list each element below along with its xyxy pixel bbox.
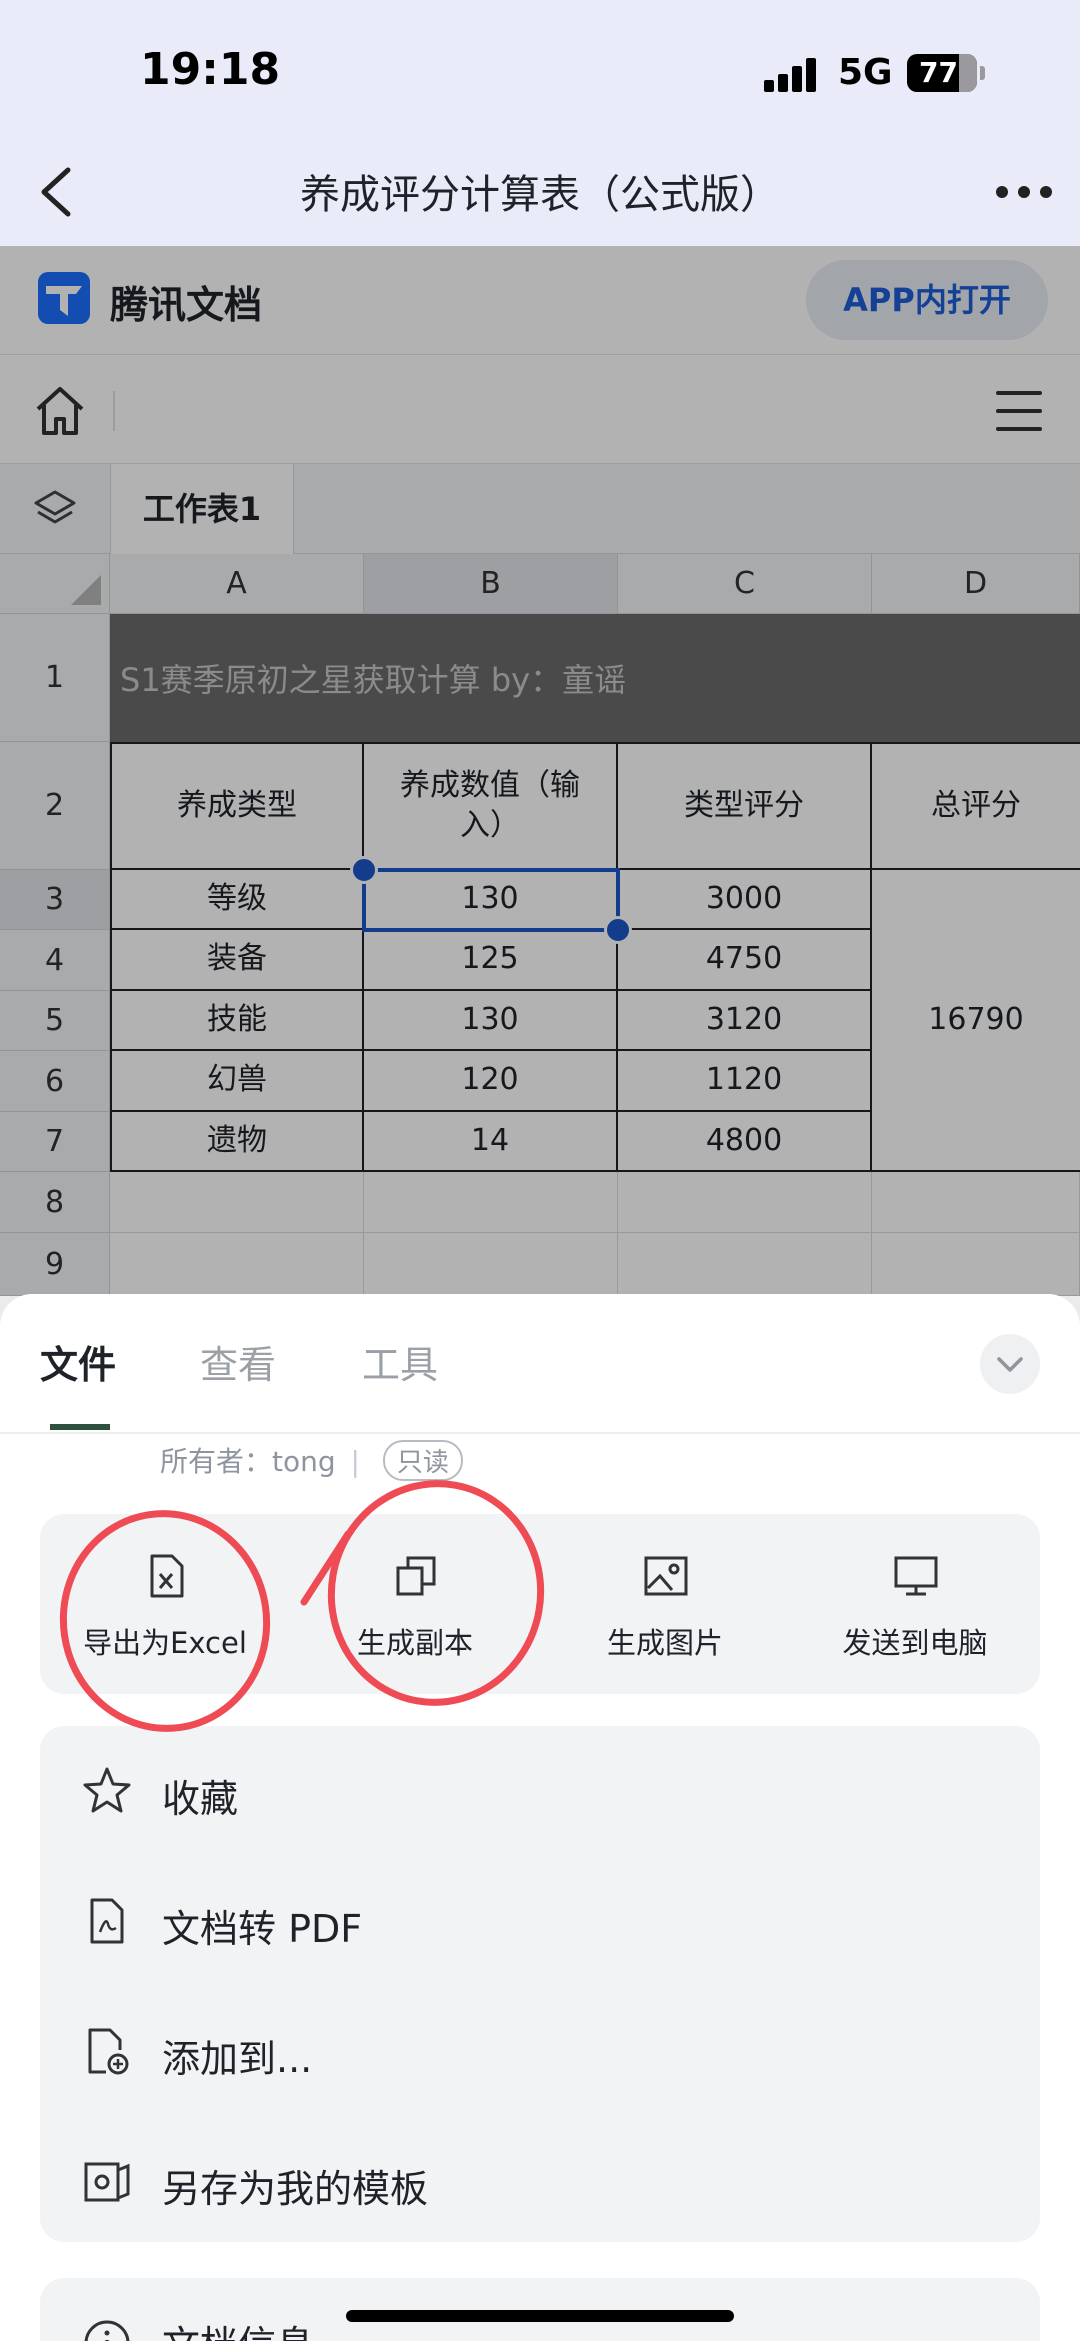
favorite-menu-item[interactable]: 收藏 [40,1726,1040,1856]
image-icon [642,1552,690,1600]
file-menu-list: 收藏 文档转 PDF 添加到... 另存为我的模板 [40,1726,1040,2242]
more-options-icon[interactable] [992,170,1056,214]
owner-separator: | [350,1445,360,1478]
signal-icon [764,56,824,92]
add-to-menu-item[interactable]: 添加到... [40,1986,1040,2116]
menu-item-label: 文档信息 [162,2314,314,2341]
chevron-down-icon[interactable] [980,1334,1040,1394]
tab-view[interactable]: 查看 [200,1334,276,1389]
dim-overlay[interactable] [0,246,1080,1296]
owner-label: 所有者：tong [160,1445,336,1478]
template-icon [80,2154,134,2208]
star-icon [80,1764,134,1818]
navigation-bar: 养成评分计算表（公式版） [0,142,1080,246]
network-type: 5G [838,52,893,93]
save-as-template-menu-item[interactable]: 另存为我的模板 [40,2116,1040,2246]
status-time: 19:18 [140,44,281,95]
owner-info: 所有者：tong | 只读 [160,1440,463,1481]
readonly-badge: 只读 [382,1440,463,1481]
pdf-file-icon [80,1894,134,1948]
action-label: 发送到电脑 [842,1626,988,1660]
monitor-icon [892,1552,940,1600]
info-icon [80,2316,134,2341]
action-label: 生成图片 [606,1626,723,1660]
menu-item-label: 另存为我的模板 [162,2167,429,2211]
convert-pdf-menu-item[interactable]: 文档转 PDF [40,1856,1040,1986]
tab-file[interactable]: 文件 [40,1334,116,1389]
menu-item-label: 收藏 [162,1777,239,1821]
menu-item-label: 添加到... [162,2037,313,2081]
home-indicator [346,2310,734,2322]
add-to-file-icon [80,2024,134,2078]
bottom-sheet-menu: 文件 查看 工具 所有者：tong | 只读 导出为Excel 生成副本 生成图… [0,1294,1080,2341]
tab-tools[interactable]: 工具 [362,1334,438,1389]
status-bar: 19:18 5G 77 [0,0,1080,142]
annotation-stroke [300,1530,352,1606]
battery-level: 77 [919,56,958,89]
send-to-computer-button[interactable]: 发送到电脑 [790,1514,1040,1694]
scroll-indicator [50,1424,110,1430]
battery-icon: 77 [907,54,985,92]
menu-item-label: 文档转 PDF [162,1907,363,1951]
tab-divider [0,1432,1080,1434]
page-title: 养成评分计算表（公式版） [300,172,780,218]
generate-image-button[interactable]: 生成图片 [540,1514,790,1694]
